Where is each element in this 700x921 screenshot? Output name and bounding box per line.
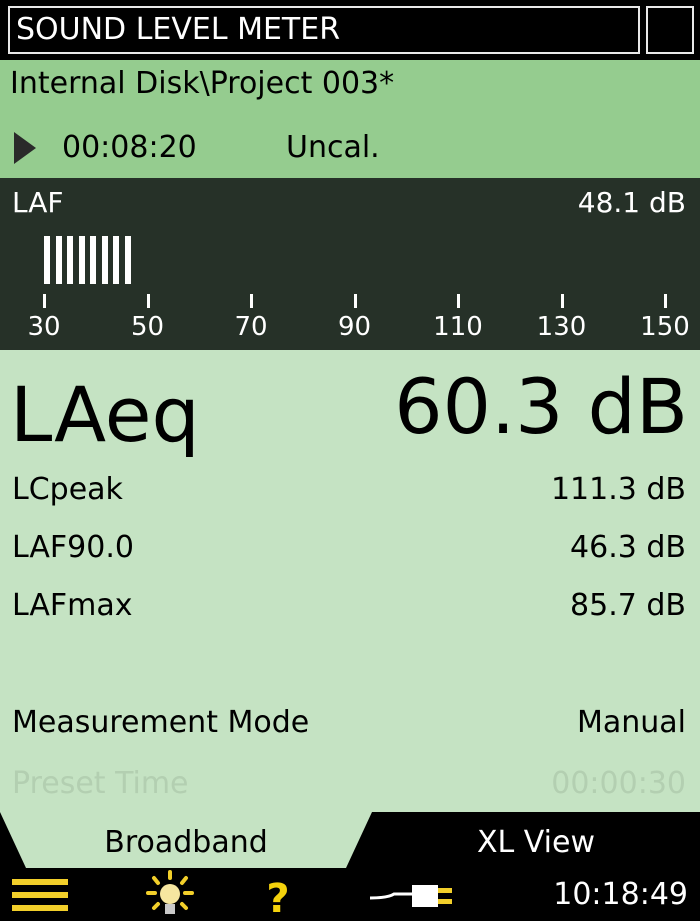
scale-label: 150 — [640, 312, 690, 342]
scale-label: 130 — [536, 312, 587, 342]
reading-label-lcpeak[interactable]: LCpeak — [12, 470, 123, 510]
tab-broadband-label: Broadband — [104, 825, 268, 860]
meter-parameter[interactable]: LAF — [12, 186, 64, 219]
title-bar: SOUND LEVEL METER — [0, 0, 700, 60]
play-icon — [14, 132, 36, 164]
menu-icon[interactable] — [10, 868, 72, 921]
level-bar-segment — [90, 236, 96, 284]
tab-xl-view-label: XL View — [477, 825, 595, 860]
scale-label: 50 — [130, 312, 165, 342]
reading-value-lafmax: 85.7 dB — [570, 588, 686, 623]
scale-tick — [560, 294, 564, 308]
scale-tick — [250, 294, 253, 308]
scale-tick — [664, 294, 667, 308]
scale-label: 110 — [433, 312, 483, 342]
meter-value: 48.1 dB — [577, 186, 686, 219]
clock: 10:18:49 — [553, 877, 688, 912]
setting-value-preset-time: 00:00:30 — [551, 766, 686, 801]
app-title: SOUND LEVEL METER — [8, 6, 640, 54]
level-bar-segment — [55, 236, 62, 284]
setting-label-preset-time: Preset Time — [12, 766, 189, 801]
power-plug-icon — [368, 868, 464, 921]
level-bar-segment — [67, 236, 73, 284]
tab-broadband[interactable]: Broadband — [0, 812, 372, 868]
tab-xl-view[interactable]: XL View — [372, 812, 700, 868]
level-bar-segment — [44, 236, 50, 284]
scale-label: 30 — [27, 312, 61, 342]
help-icon[interactable]: ? — [256, 868, 300, 921]
project-path: Internal Disk\Project 003* — [10, 66, 395, 101]
reading-label-lafmax[interactable]: LAFmax — [12, 586, 133, 626]
sound-level-meter-screen: SOUND LEVEL METER Internal Disk\Project … — [0, 0, 700, 921]
calibration-status: Uncal. — [286, 130, 380, 165]
readings-panel: LAeq 60.3 dB LCpeak 111.3 dB LAF90.0 46.… — [0, 350, 700, 812]
main-reading-label[interactable]: LAeq — [10, 370, 200, 460]
svg-text:?: ? — [266, 876, 289, 921]
level-bar-segment — [113, 236, 119, 284]
setting-label-measurement-mode[interactable]: Measurement Mode — [12, 703, 309, 743]
setting-value-measurement-mode[interactable]: Manual — [577, 703, 686, 743]
tab-bar: Broadband XL View — [0, 812, 700, 868]
backlight-icon[interactable] — [140, 868, 200, 921]
scale-tick — [353, 294, 357, 308]
scale-label: 70 — [234, 312, 268, 342]
level-bar-segment — [101, 236, 108, 284]
title-status-box — [646, 6, 694, 54]
scale-tick — [146, 294, 150, 308]
reading-label-laf90[interactable]: LAF90.0 — [12, 528, 134, 568]
level-bar-segment — [78, 236, 85, 284]
bottom-bar: ? 10:18:49 — [0, 868, 700, 921]
reading-value-lcpeak: 111.3 dB — [550, 472, 686, 507]
reading-value-laf90: 46.3 dB — [570, 530, 686, 565]
main-reading-value: 60.3 dB — [394, 362, 688, 451]
scale-tick — [457, 294, 460, 308]
level-bar-segment — [124, 236, 131, 284]
elapsed-time: 00:08:20 — [62, 130, 197, 165]
project-header[interactable]: Internal Disk\Project 003* 00:08:20 Unca… — [0, 60, 700, 178]
scale-label: 90 — [337, 312, 372, 342]
scale-tick — [43, 294, 46, 308]
bar-meter-panel[interactable]: LAF 48.1 dB 30 50 70 90 110 130 150 — [0, 178, 700, 350]
